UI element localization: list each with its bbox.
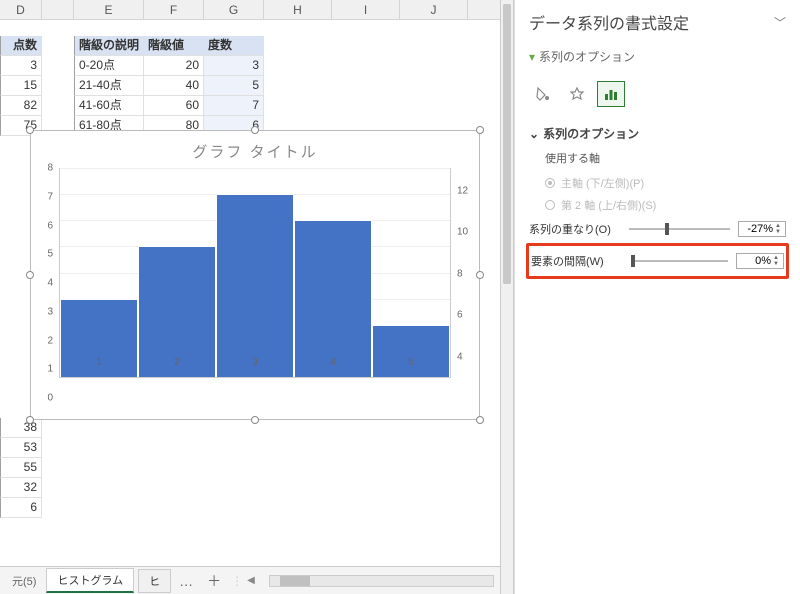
scrollbar-thumb[interactable]	[280, 576, 310, 586]
chart-title[interactable]: グラフ タイトル	[31, 131, 479, 168]
col-header-E[interactable]: E	[74, 0, 144, 19]
resize-handle[interactable]	[476, 416, 484, 424]
chart-object[interactable]: グラフ タイトル 8 7 6 5 4 3 2 1 0	[30, 130, 480, 420]
resize-handle[interactable]	[251, 416, 259, 424]
bar[interactable]	[294, 220, 372, 377]
cell-D3[interactable]: 15	[0, 76, 42, 96]
cell-lower-1[interactable]: 53	[0, 438, 42, 458]
cell-lower-4[interactable]: 6	[0, 498, 42, 518]
cell-D4[interactable]: 82	[0, 96, 42, 116]
resize-handle[interactable]	[476, 126, 484, 134]
col-header-D[interactable]: D	[0, 0, 42, 19]
worksheet[interactable]: D E F G H I J 点数 階級の説明 階級値 度数 3 0-20点	[0, 0, 500, 594]
y-axis-right: 12 10 8 6 4	[451, 168, 479, 398]
scrollbar-thumb[interactable]	[503, 4, 511, 284]
tabs-more[interactable]: …	[175, 573, 197, 589]
pane-subtitle[interactable]: 系列のオプション	[539, 48, 635, 65]
spin-down-icon[interactable]: ▼	[775, 229, 781, 235]
sheet-tab-active[interactable]: ヒストグラム	[46, 568, 134, 593]
radio-icon	[545, 178, 555, 188]
sheet-tab-next[interactable]: ヒ	[138, 569, 171, 593]
overlap-slider[interactable]	[629, 228, 730, 230]
plot-area[interactable]: 1 2 3 4 5	[59, 168, 451, 378]
col-header-H[interactable]: H	[264, 0, 332, 19]
hdr-class-desc[interactable]: 階級の説明	[74, 36, 144, 56]
col-header-I[interactable]: I	[332, 0, 400, 19]
radio-icon	[545, 200, 555, 210]
cell-F3[interactable]: 40	[144, 76, 204, 96]
x-axis: 1 2 3 4 5	[60, 357, 450, 377]
bar[interactable]	[216, 194, 294, 377]
grid[interactable]: 点数 階級の説明 階級値 度数 3 0-20点 20 3 15 21-40点 4…	[0, 36, 500, 136]
cell-G3[interactable]: 5	[204, 76, 264, 96]
resize-handle[interactable]	[26, 416, 34, 424]
section-series-options[interactable]: 系列のオプション	[543, 125, 639, 142]
fill-icon[interactable]	[529, 81, 557, 107]
col-header-G[interactable]: G	[204, 0, 264, 19]
chevron-down-icon[interactable]: ﹀	[774, 14, 786, 31]
pane-category-icons	[529, 75, 786, 121]
vertical-scrollbar[interactable]	[500, 0, 514, 594]
gap-input[interactable]: ▲▼	[736, 253, 784, 269]
overlap-value[interactable]	[741, 223, 773, 235]
cell-lower-2[interactable]: 55	[0, 458, 42, 478]
series-overlap-row: 系列の重なり(O) ▲▼	[529, 216, 786, 242]
cell-G2[interactable]: 3	[204, 56, 264, 76]
overlap-input[interactable]: ▲▼	[738, 221, 786, 237]
cell-lower-3[interactable]: 32	[0, 478, 42, 498]
overlap-label: 系列の重なり(O)	[529, 221, 621, 237]
col-gap	[42, 0, 74, 19]
hdr-freq[interactable]: 度数	[204, 36, 264, 56]
dropdown-caret-icon[interactable]: ▾	[529, 50, 535, 64]
col-header-J[interactable]: J	[400, 0, 468, 19]
radio-primary-axis: 主軸 (下/左側)(P)	[529, 172, 786, 194]
cell-E3[interactable]: 21-40点	[74, 76, 144, 96]
resize-handle[interactable]	[251, 126, 259, 134]
collapse-caret-icon[interactable]: ⌄	[529, 127, 539, 141]
gap-label: 要素の間隔(W)	[531, 253, 623, 269]
spin-down-icon[interactable]: ▼	[773, 261, 779, 267]
format-pane: データ系列の書式設定 ﹀ ▾ 系列のオプション ⌄ 系列のオプション 使用する軸…	[514, 0, 800, 594]
gap-width-row: 要素の間隔(W) ▲▼	[531, 248, 784, 274]
gap-slider[interactable]	[631, 260, 728, 262]
horizontal-scrollbar[interactable]	[269, 575, 494, 587]
cell-F2[interactable]: 20	[144, 56, 204, 76]
cell-lower-0[interactable]: 38	[0, 418, 42, 438]
column-headers: D E F G H I J	[0, 0, 500, 20]
cell-D2[interactable]: 3	[0, 56, 42, 76]
reference-cell: 元(5)	[6, 573, 42, 589]
hdr-points[interactable]: 点数	[0, 36, 42, 56]
series-options-icon[interactable]	[597, 81, 625, 107]
radio-secondary-axis: 第 2 軸 (上/右側)(S)	[529, 194, 786, 216]
resize-handle[interactable]	[26, 126, 34, 134]
effects-icon[interactable]	[563, 81, 591, 107]
pane-title: データ系列の書式設定	[529, 10, 689, 34]
cell-E4[interactable]: 41-60点	[74, 96, 144, 116]
cell-E2[interactable]: 0-20点	[74, 56, 144, 76]
y-axis-left: 8 7 6 5 4 3 2 1 0	[31, 168, 59, 398]
data-series[interactable]	[60, 168, 450, 377]
scroll-left-icon[interactable]: ◀	[247, 575, 255, 586]
new-sheet-button[interactable]: ＋	[201, 571, 227, 591]
gap-value[interactable]	[739, 255, 771, 267]
axis-use-label: 使用する軸	[529, 148, 786, 172]
col-header-F[interactable]: F	[144, 0, 204, 19]
cell-G4[interactable]: 7	[204, 96, 264, 116]
sheet-tab-bar: 元(5) ヒストグラム ヒ … ＋ ⋮ ◀	[0, 566, 500, 594]
hdr-class-val[interactable]: 階級値	[144, 36, 204, 56]
cell-F4[interactable]: 60	[144, 96, 204, 116]
